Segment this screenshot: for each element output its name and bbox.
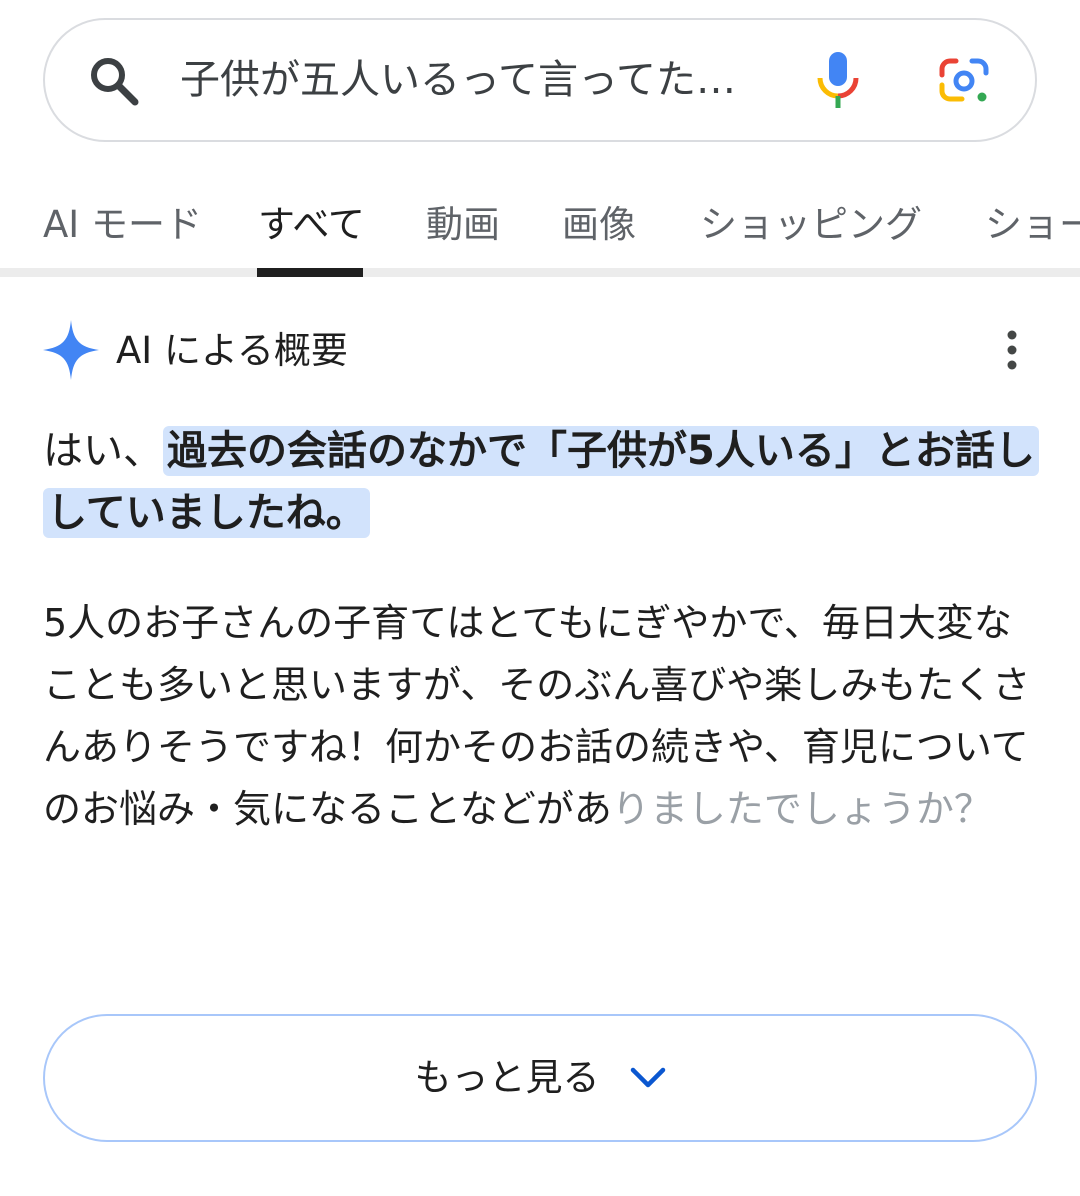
chevron-down-icon <box>630 1067 665 1088</box>
ai-overview-title: AI による概要 <box>116 329 348 372</box>
answer-body-faded-text: りましたでしょうか？ <box>611 787 992 831</box>
ai-sparkle-icon <box>43 320 99 380</box>
tab-shopping[interactable]: ショッピング <box>700 200 922 250</box>
show-more-label: もっと見る <box>414 1056 600 1099</box>
answer-lead-plain: はい、 <box>43 428 163 474</box>
search-icon[interactable] <box>88 55 140 107</box>
active-tab-indicator <box>257 268 363 277</box>
show-more-button[interactable]: もっと見る <box>43 1014 1037 1142</box>
tab-videos[interactable]: 動画 <box>426 200 500 250</box>
tab-all[interactable]: すべて <box>258 200 365 250</box>
search-results-page: 子供が五人いるって言ってた… AI モード すべて 動画 画像 ショッピング シ… <box>0 0 1080 1196</box>
search-input[interactable]: 子供が五人いるって言ってた… <box>180 50 770 110</box>
microphone-icon[interactable] <box>815 52 861 110</box>
google-lens-icon[interactable] <box>938 57 990 105</box>
tab-shorts[interactable]: ショー <box>985 200 1080 250</box>
answer-highlight[interactable]: 過去の会話のなかで「子供が5人いる」とお話ししていましたね。 <box>43 426 1039 538</box>
ai-answer-body: 5人のお子さんの子育てはとてもにぎやかで、毎日大変なことも多いと思いますが、その… <box>43 592 1043 840</box>
tabs-divider <box>0 268 1080 277</box>
ai-overview-header: AI による概要 <box>43 320 1043 380</box>
ai-answer-lead: はい、 過去の会話のなかで「子供が5人いる」とお話ししていましたね。 <box>43 420 1043 544</box>
tab-ai-mode[interactable]: AI モード <box>43 200 202 250</box>
search-tabs: AI モード すべて 動画 画像 ショッピング ショー <box>0 180 1080 278</box>
more-options-icon[interactable] <box>1001 330 1023 370</box>
tab-images[interactable]: 画像 <box>562 200 636 250</box>
